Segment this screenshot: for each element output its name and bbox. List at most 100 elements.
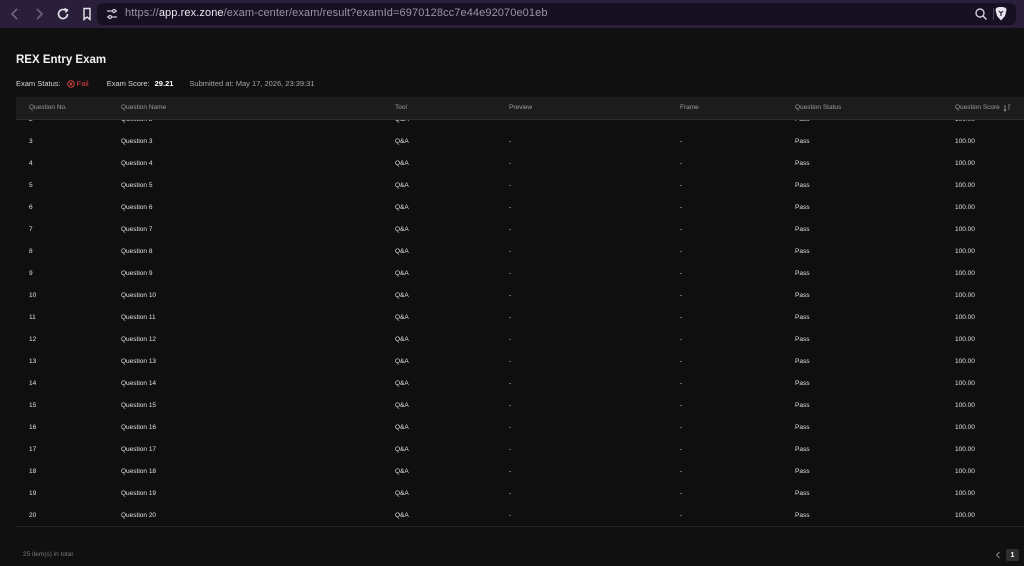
cell-question-status: Pass bbox=[795, 424, 810, 431]
cell-question-name: Question 7 bbox=[121, 226, 153, 233]
cell-question-status: Pass bbox=[795, 402, 810, 409]
cell-frame: - bbox=[680, 314, 683, 321]
column-header-frame: Frame bbox=[680, 104, 699, 111]
cell-question-no: 10 bbox=[29, 292, 37, 299]
cell-question-status: Pass bbox=[795, 512, 810, 519]
cell-question-name: Question 4 bbox=[121, 160, 153, 167]
cell-question-score: 100.00 bbox=[955, 248, 975, 255]
cell-question-no: 7 bbox=[29, 226, 33, 233]
cell-tool: Q&A bbox=[395, 160, 409, 167]
table-row: 4 Question 4 Q&A - - Pass 100.00 bbox=[16, 152, 1024, 175]
cell-preview: - bbox=[509, 270, 512, 277]
column-header-preview: Preview bbox=[509, 104, 533, 111]
cell-question-name: Question 17 bbox=[121, 446, 157, 453]
cell-tool: Q&A bbox=[395, 314, 409, 321]
cell-preview: - bbox=[509, 226, 512, 233]
pagination-prev-button[interactable] bbox=[992, 549, 1004, 561]
cell-question-name: Question 11 bbox=[121, 314, 156, 321]
cell-frame: - bbox=[680, 358, 683, 365]
address-bar[interactable]: https://app.rex.zone/exam-center/exam/re… bbox=[97, 3, 1016, 25]
cell-tool: Q&A bbox=[395, 424, 409, 431]
pagination-page-1[interactable]: 1 bbox=[1006, 549, 1019, 561]
submitted-at: Submitted at: May 17, 2026, 23:39:31 bbox=[189, 79, 315, 88]
url-host: app.rex.zone bbox=[158, 7, 224, 19]
table-row: 19 Question 19 Q&A - - Pass 100.00 bbox=[16, 482, 1024, 505]
cell-preview: - bbox=[509, 380, 512, 387]
column-header-question-no: Question No. bbox=[29, 104, 67, 111]
cell-question-score: 100.00 bbox=[955, 292, 975, 299]
browser-toolbar: https://app.rex.zone/exam-center/exam/re… bbox=[0, 0, 1024, 28]
cell-question-status: Pass bbox=[795, 336, 810, 343]
cell-question-no: 9 bbox=[29, 270, 33, 277]
cell-question-status: Pass bbox=[795, 270, 810, 277]
cell-question-no: 15 bbox=[29, 402, 37, 409]
brave-shield-icon[interactable] bbox=[994, 6, 1008, 22]
cell-question-name: Question 9 bbox=[121, 270, 153, 277]
site-settings-icon[interactable] bbox=[105, 7, 119, 21]
cell-frame: - bbox=[680, 226, 683, 233]
cell-tool: Q&A bbox=[395, 402, 409, 409]
page-content: REX Entry Exam Exam Status: Fail Exam Sc… bbox=[0, 28, 1024, 566]
cell-question-score: 100.00 bbox=[955, 138, 975, 145]
results-table: 1Question 1Q&A--Pass100.002Question 2Q&A… bbox=[16, 97, 1024, 542]
column-header-question-score: Question Score bbox=[955, 104, 1000, 111]
cell-question-no: 11 bbox=[29, 314, 36, 321]
reload-icon bbox=[57, 7, 69, 20]
table-header: Question No. Question Name Tool Preview … bbox=[16, 97, 1024, 120]
cell-frame: - bbox=[680, 270, 683, 277]
cell-preview: - bbox=[509, 490, 512, 497]
cell-tool: Q&A bbox=[395, 336, 409, 343]
cell-question-score: 100.00 bbox=[955, 512, 975, 519]
cell-preview: - bbox=[509, 424, 512, 431]
cell-preview: - bbox=[509, 336, 512, 343]
cell-preview: - bbox=[509, 292, 512, 299]
table-row: 10 Question 10 Q&A - - Pass 100.00 bbox=[16, 284, 1024, 307]
cell-question-status: Pass bbox=[795, 204, 810, 211]
cell-question-score: 100.00 bbox=[955, 314, 975, 321]
cell-question-no: 4 bbox=[29, 160, 33, 167]
bookmark-button[interactable] bbox=[76, 3, 98, 25]
cell-question-name: Question 8 bbox=[121, 248, 153, 255]
cell-question-score: 100.00 bbox=[955, 160, 975, 167]
cell-question-name: Question 3 bbox=[121, 138, 153, 145]
cell-question-score: 100.00 bbox=[955, 358, 975, 365]
cell-question-status: Pass bbox=[795, 226, 810, 233]
cell-question-status: Pass bbox=[795, 468, 810, 475]
cell-question-score: 100.00 bbox=[955, 490, 975, 497]
cell-question-score: 100.00 bbox=[955, 336, 975, 343]
table-footer: 25 item(s) in total 1 bbox=[0, 542, 1024, 566]
status-value: Fail bbox=[76, 79, 89, 88]
cell-question-name: Question 6 bbox=[121, 204, 153, 211]
cell-frame: - bbox=[680, 336, 683, 343]
cell-frame: - bbox=[680, 380, 683, 387]
cell-tool: Q&A bbox=[395, 204, 409, 211]
back-button[interactable] bbox=[4, 3, 26, 25]
cell-frame: - bbox=[680, 446, 683, 453]
cell-tool: Q&A bbox=[395, 468, 409, 475]
sort-icon[interactable] bbox=[1003, 104, 1011, 112]
cell-question-score: 100.00 bbox=[955, 270, 975, 277]
status-badge: Fail bbox=[66, 79, 89, 88]
search-icon[interactable] bbox=[974, 7, 988, 21]
cell-frame: - bbox=[680, 402, 683, 409]
url-text[interactable]: https://app.rex.zone/exam-center/exam/re… bbox=[125, 7, 548, 19]
reload-button[interactable] bbox=[52, 3, 74, 25]
cell-frame: - bbox=[680, 490, 683, 497]
cell-preview: - bbox=[509, 160, 512, 167]
cell-question-no: 3 bbox=[29, 138, 33, 145]
cell-question-no: 5 bbox=[29, 182, 33, 189]
cell-preview: - bbox=[509, 468, 512, 475]
cell-question-no: 18 bbox=[29, 468, 37, 475]
cell-tool: Q&A bbox=[395, 490, 409, 497]
cell-tool: Q&A bbox=[395, 512, 409, 519]
forward-button[interactable] bbox=[28, 3, 50, 25]
cell-frame: - bbox=[680, 248, 683, 255]
cell-question-score: 100.00 bbox=[955, 380, 975, 387]
column-header-question-status: Question Status bbox=[795, 104, 842, 111]
cell-frame: - bbox=[680, 160, 683, 167]
cell-frame: - bbox=[680, 292, 683, 299]
cell-preview: - bbox=[509, 138, 512, 145]
cell-frame: - bbox=[680, 512, 683, 519]
table-row: 14 Question 14 Q&A - - Pass 100.00 bbox=[16, 372, 1024, 395]
cell-question-status: Pass bbox=[795, 358, 810, 365]
